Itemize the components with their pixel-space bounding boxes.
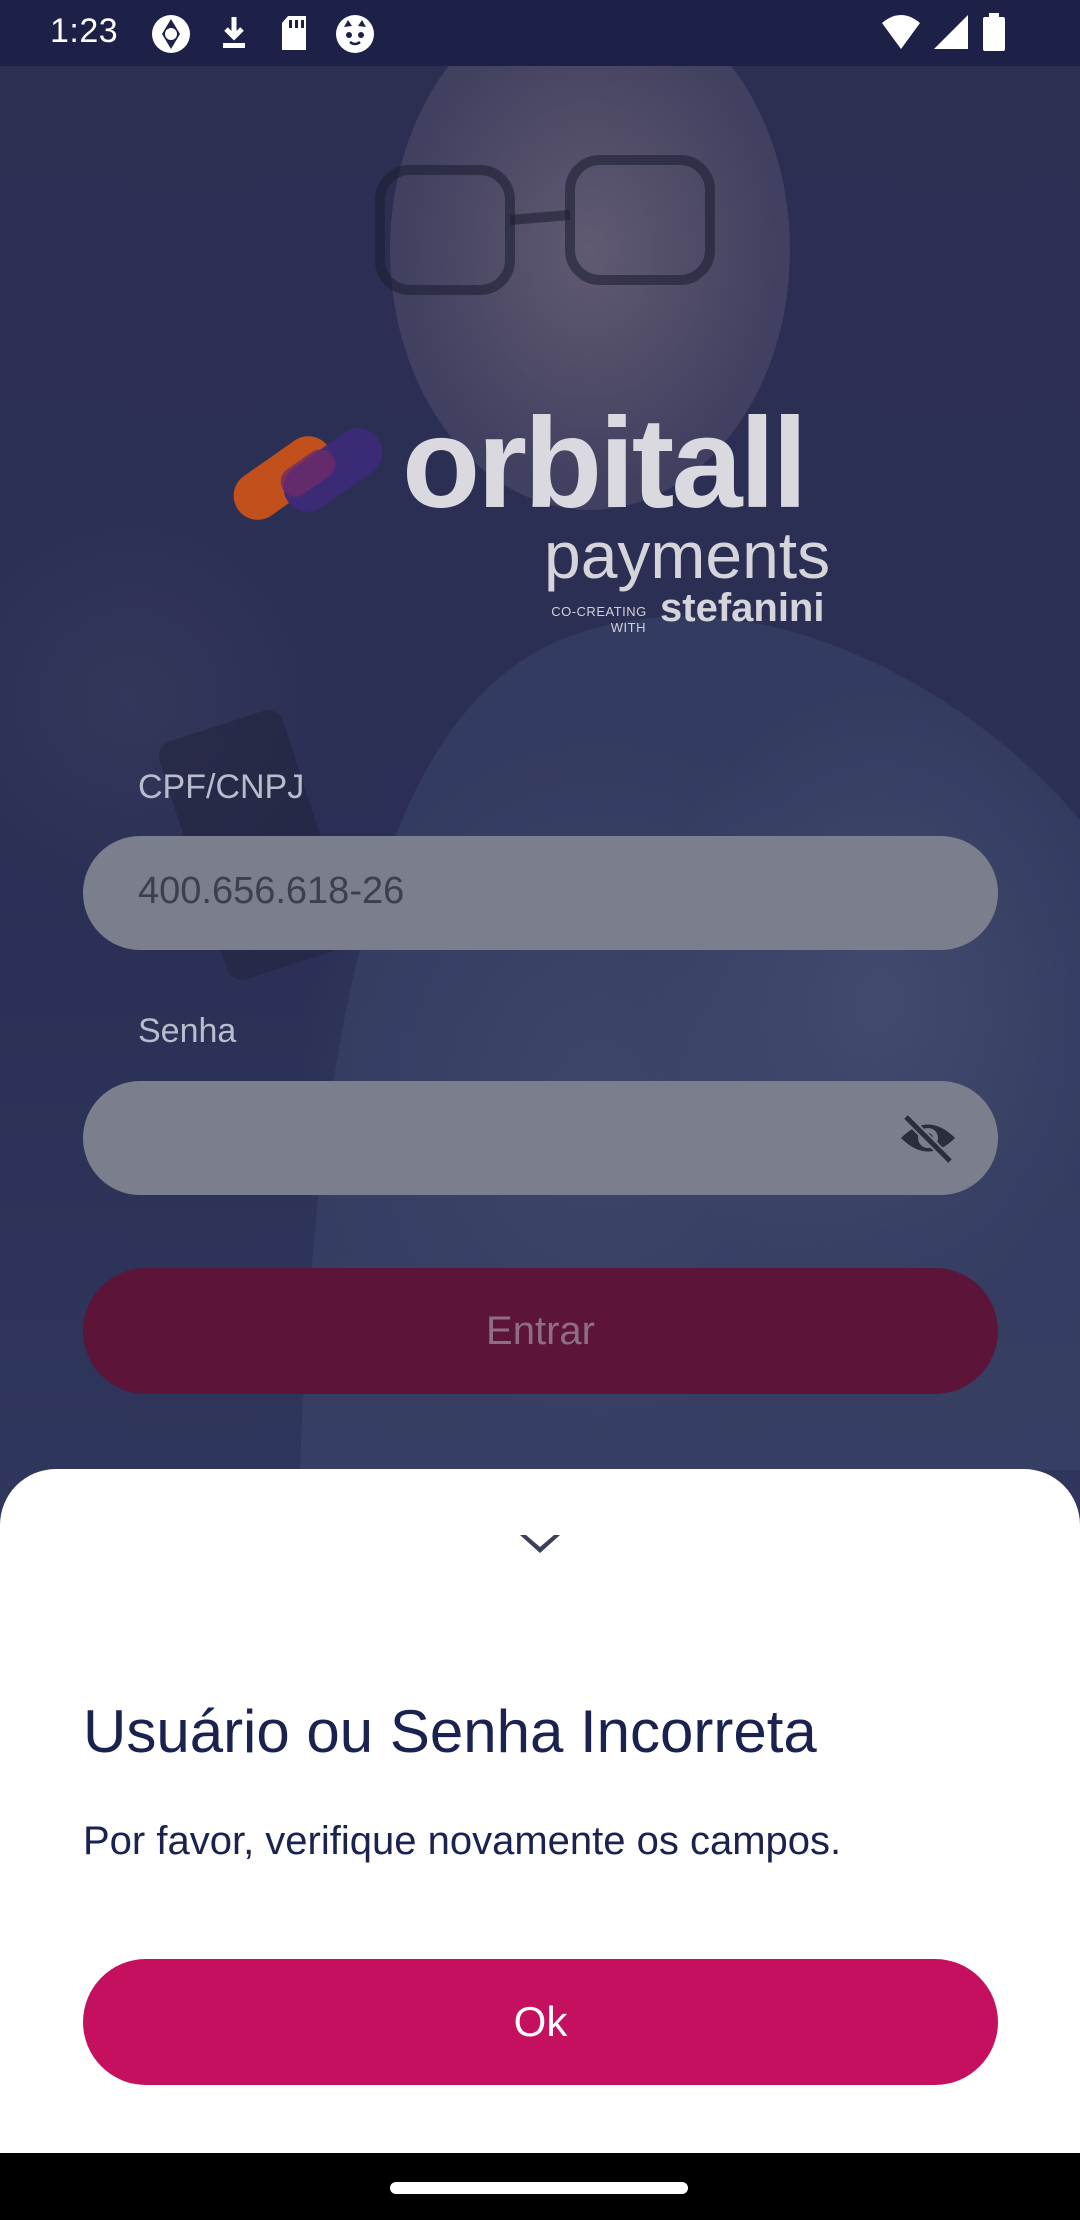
ok-button[interactable]: Ok [83, 1959, 998, 2085]
battery-icon [982, 13, 1006, 58]
error-message: Por favor, verifique novamente os campos… [83, 1819, 842, 1863]
signal-icon [932, 13, 970, 58]
orbitall-logo-mark [233, 428, 383, 520]
chevron-down-icon[interactable] [518, 1531, 562, 1562]
cpf-value: 400.656.618-26 [138, 870, 405, 912]
camera-shutter-icon [150, 13, 192, 60]
cpf-input[interactable]: 400.656.618-26 [83, 836, 998, 950]
logo-cocreating-line1: CO-CREATING [551, 604, 647, 619]
wifi-icon [880, 13, 922, 58]
home-indicator[interactable] [390, 2182, 688, 2194]
cpf-label: CPF/CNPJ [138, 768, 305, 806]
sd-card-icon [278, 13, 310, 58]
navigation-bar [0, 2153, 1080, 2220]
status-bar: 1:23 [0, 0, 1080, 66]
cat-face-icon [334, 13, 376, 60]
download-icon [218, 13, 250, 58]
status-time: 1:23 [50, 12, 119, 50]
error-bottom-sheet: Usuário ou Senha Incorreta Por favor, ve… [0, 1469, 1080, 2153]
logo-payments: payments [544, 518, 831, 592]
password-input[interactable] [83, 1081, 998, 1195]
error-title: Usuário ou Senha Incorreta [83, 1698, 817, 1765]
password-label: Senha [138, 1012, 237, 1050]
logo-cocreating-line2: WITH [610, 620, 646, 635]
eye-off-icon[interactable] [898, 1111, 958, 1170]
logo-wordmark: orbitall [402, 392, 808, 535]
logo-stefanini: stefanini [660, 586, 825, 630]
logo-cocreating: CO-CREATING WITH [544, 604, 654, 636]
orbitall-logo: orbitall payments CO-CREATING WITH stefa… [230, 400, 850, 640]
login-button[interactable]: Entrar [83, 1268, 998, 1394]
login-screen: 1:23 orbitall payments CO-CREATING WITH … [0, 0, 1080, 2220]
